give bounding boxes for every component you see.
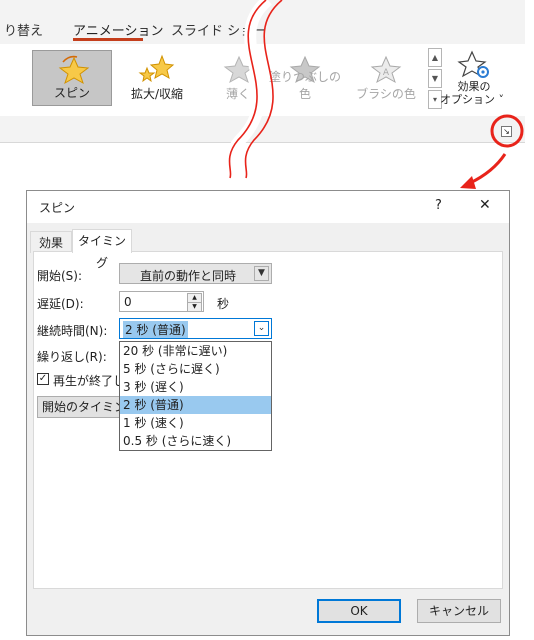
duration-option[interactable]: 20 秒 (非常に遅い) bbox=[120, 342, 271, 360]
dialog-title: スピン bbox=[39, 201, 76, 215]
duration-combo-value: 2 秒 (普通) bbox=[123, 321, 188, 338]
spin-dialog: スピン ? ✕ 効果 タイミング 開始(S): 直前の動作と同時 ▼ 遅延(D)… bbox=[26, 190, 510, 636]
start-select-value: 直前の動作と同時 bbox=[140, 269, 237, 283]
delay-input[interactable]: 0 ▲ ▼ bbox=[119, 291, 204, 312]
delay-unit: 秒 bbox=[217, 297, 230, 311]
triggers-button[interactable]: 開始のタイミング bbox=[37, 396, 123, 418]
duration-option[interactable]: 0.5 秒 (さらに速く) bbox=[120, 432, 271, 450]
chevron-down-icon: ▼ bbox=[254, 266, 269, 281]
duration-option[interactable]: 5 秒 (さらに遅く) bbox=[120, 360, 271, 378]
delay-value: 0 bbox=[124, 295, 132, 309]
duration-option[interactable]: 3 秒 (遅く) bbox=[120, 378, 271, 396]
help-button[interactable]: ? bbox=[435, 198, 442, 213]
cancel-button[interactable]: キャンセル bbox=[417, 599, 501, 623]
ok-button[interactable]: OK bbox=[317, 599, 401, 623]
annotation-overlay bbox=[225, 0, 524, 189]
rewind-label: 再生が終了し bbox=[53, 374, 126, 388]
duration-label: 継続時間(N): bbox=[37, 324, 108, 338]
tab-effect[interactable]: 効果 bbox=[30, 231, 72, 253]
close-button[interactable]: ✕ bbox=[479, 197, 491, 213]
repeat-label: 繰り返し(R): bbox=[37, 350, 107, 364]
duration-combo[interactable]: 2 秒 (普通) ⌄ bbox=[119, 318, 272, 339]
chevron-down-icon: ⌄ bbox=[254, 321, 269, 336]
delay-label: 遅延(D): bbox=[37, 297, 84, 311]
spinner-down-icon[interactable]: ▼ bbox=[187, 302, 202, 312]
start-label: 開始(S): bbox=[37, 269, 83, 283]
start-select[interactable]: 直前の動作と同時 ▼ bbox=[119, 263, 272, 284]
duration-dropdown-list: 20 秒 (非常に遅い) 5 秒 (さらに遅く) 3 秒 (遅く) 2 秒 (普… bbox=[119, 341, 272, 451]
duration-option-selected[interactable]: 2 秒 (普通) bbox=[120, 396, 271, 414]
duration-option[interactable]: 1 秒 (速く) bbox=[120, 414, 271, 432]
tab-timing[interactable]: タイミング bbox=[72, 229, 132, 270]
rewind-checkbox[interactable]: ✓ bbox=[37, 373, 49, 385]
